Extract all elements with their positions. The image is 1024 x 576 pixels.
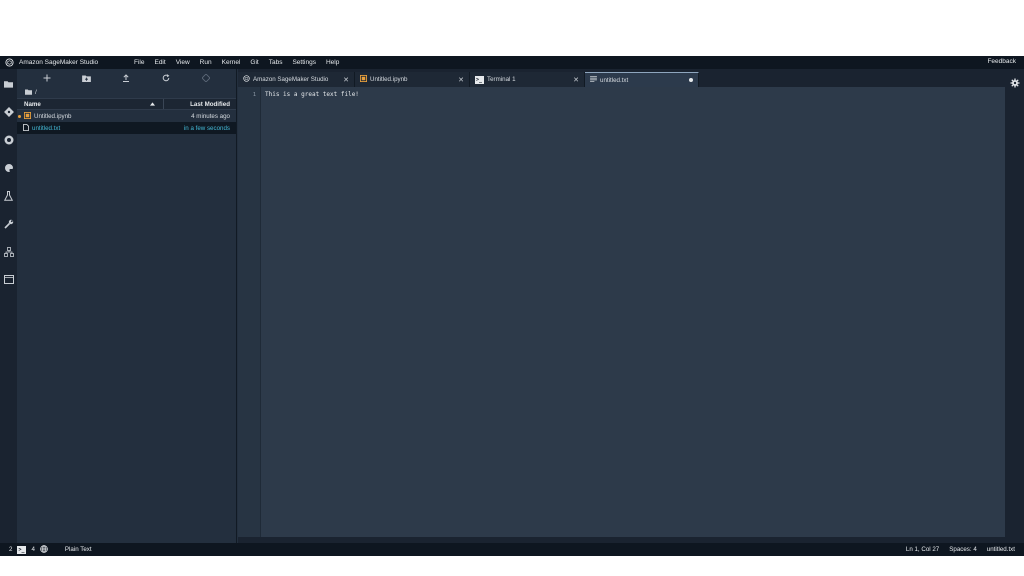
tab-label: Amazon SageMaker Studio [253,76,329,83]
text-file-icon [23,123,29,133]
menu-help[interactable]: Help [321,59,344,66]
name-header-label: Name [24,100,41,108]
running-indicator-icon [18,114,21,118]
tab-untitled-ipynb[interactable]: Untitled.ipynb ✕ [355,72,470,87]
terminal-icon: >_ [475,75,484,84]
unsaved-indicator-icon[interactable] [689,78,693,82]
refresh-icon[interactable] [160,72,172,84]
menu-run[interactable]: Run [195,59,217,66]
gear-icon[interactable] [1009,77,1020,88]
breadcrumb: / [17,87,236,98]
line-number: 1 [252,92,256,98]
editor-content[interactable]: This is a great text file! [265,91,359,98]
last-modified-column-header[interactable]: Last Modified [164,101,236,108]
tab-label: Terminal 1 [487,76,516,83]
status-filename: untitled.txt [986,546,1015,553]
menu-bar: Amazon SageMaker Studio File Edit View R… [0,56,1024,69]
close-icon[interactable]: ✕ [458,76,464,84]
terminal-icon[interactable]: >_ [17,545,27,554]
file-list-header: Name Last Modified [17,98,236,110]
file-modified: in a few seconds [183,124,230,132]
running-icon[interactable] [3,134,14,145]
activity-bar [0,69,17,543]
tab-sagemaker-launcher[interactable]: Amazon SageMaker Studio ✕ [238,72,355,87]
sort-ascending-icon [150,101,155,108]
new-launcher-icon[interactable] [41,72,53,84]
menu-edit[interactable]: Edit [149,59,170,66]
git-clone-icon[interactable] [200,72,212,84]
file-name: untitled.txt [32,124,61,132]
sagemaker-icon [243,75,250,84]
status-indentation[interactable]: Spaces: 4 [949,546,977,553]
folder-icon[interactable] [3,78,14,89]
tab-bar: Amazon SageMaker Studio ✕ Untitled.ipynb… [238,69,1005,87]
menu-tabs[interactable]: Tabs [264,59,288,66]
name-column-header[interactable]: Name [17,99,164,109]
status-terminal-count[interactable]: 4 [31,546,34,553]
menu-git[interactable]: Git [245,59,263,66]
menu-file[interactable]: File [129,59,149,66]
file-browser-panel: / Name Last Modified Untitled.ipynb 4 mi… [17,69,237,543]
sagemaker-logo-icon [3,56,16,69]
file-name: Untitled.ipynb [34,112,72,120]
close-icon[interactable]: ✕ [343,76,349,84]
text-editor[interactable]: 1 This is a great text file! [238,87,1005,537]
close-icon[interactable]: ✕ [573,76,579,84]
file-row-untitled-ipynb[interactable]: Untitled.ipynb 4 minutes ago [17,110,236,122]
status-mode[interactable]: Plain Text [65,546,92,553]
wrench-icon[interactable] [3,218,14,229]
tab-label: untitled.txt [600,76,629,84]
main-menu: File Edit View Run Kernel Git Tabs Setti… [129,59,344,66]
notebook-icon [24,111,31,121]
right-sidebar [1005,69,1024,543]
menu-settings[interactable]: Settings [287,59,321,66]
line-number-gutter: 1 [238,87,261,537]
app-title: Amazon SageMaker Studio [19,59,99,66]
git-icon[interactable] [3,106,14,117]
status-kernel-count[interactable]: 2 [9,546,12,553]
tab-terminal-1[interactable]: >_ Terminal 1 ✕ [470,72,585,87]
main-dock-panel: Amazon SageMaker Studio ✕ Untitled.ipynb… [238,69,1005,543]
flask-icon[interactable] [3,190,14,201]
notebook-icon [360,75,367,84]
status-bar: 2 >_ 4 Plain Text Ln 1, Col 27 Spaces: 4… [0,543,1024,556]
breadcrumb-path[interactable]: / [35,89,37,96]
menu-kernel[interactable]: Kernel [217,59,246,66]
file-row-untitled-txt[interactable]: untitled.txt in a few seconds [17,122,236,134]
palette-icon[interactable] [3,162,14,173]
breadcrumb-folder-icon[interactable] [25,89,32,97]
menu-view[interactable]: View [171,59,195,66]
text-editor-icon [590,76,597,84]
status-cursor-position[interactable]: Ln 1, Col 27 [906,546,939,553]
feedback-link[interactable]: Feedback [987,58,1016,65]
file-browser-toolbar [17,69,236,87]
file-modified: 4 minutes ago [191,112,230,120]
window-icon[interactable] [3,274,14,285]
upload-icon[interactable] [120,72,132,84]
network-icon[interactable] [3,246,14,257]
sagemaker-studio-window: Amazon SageMaker Studio File Edit View R… [0,56,1024,556]
tab-untitled-txt[interactable]: untitled.txt [585,72,699,87]
tab-label: Untitled.ipynb [370,76,408,83]
globe-icon[interactable] [40,544,48,555]
new-folder-icon[interactable] [81,72,93,84]
